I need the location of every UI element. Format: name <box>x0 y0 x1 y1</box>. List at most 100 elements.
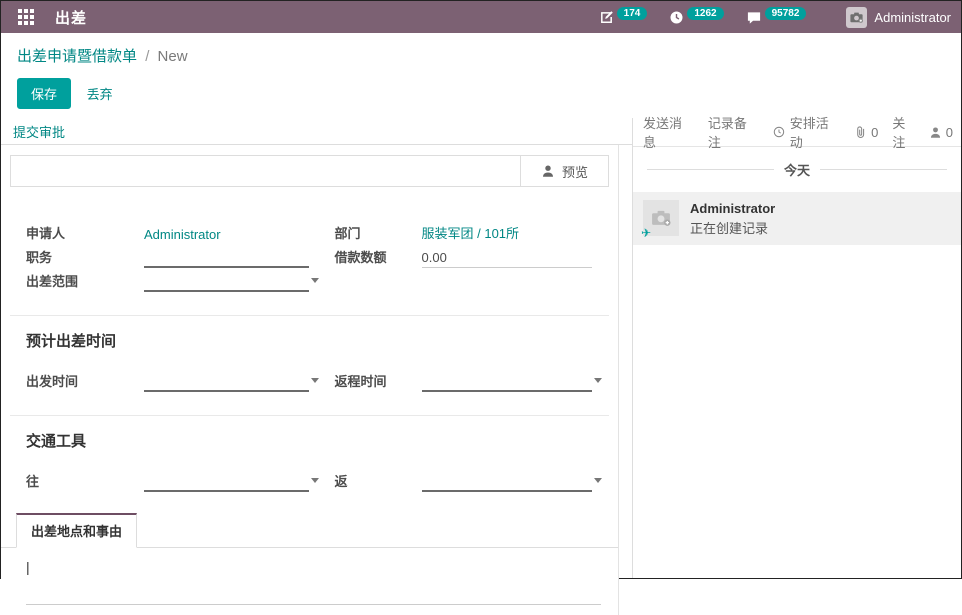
field-job: 职务 <box>26 245 310 268</box>
message-body: Administrator 正在创建记录 <box>690 200 775 237</box>
transport-go-label: 往 <box>26 471 144 492</box>
attachments-button[interactable]: 0 <box>854 125 878 140</box>
chevron-down-icon <box>311 378 319 383</box>
record-title-row: 预览 <box>10 155 609 187</box>
travel-scope-label: 出差范围 <box>26 271 144 292</box>
date-divider-label: 今天 <box>784 160 810 179</box>
form-pane: 提交审批 预览 <box>1 118 633 578</box>
breadcrumb-parent-link[interactable]: 出差申请暨借款单 <box>17 48 137 65</box>
save-button[interactable]: 保存 <box>17 78 71 109</box>
field-group-time: 出发时间 返程时间 <box>1 369 618 393</box>
plane-icon: ✈ <box>641 226 651 240</box>
tab-travel-location[interactable]: 出差地点和事由 <box>16 513 137 548</box>
chatter-toolbar: 发送消息 记录备注 安排活动 0 关注 <box>633 118 961 147</box>
comment-icon <box>746 10 762 25</box>
job-input[interactable] <box>144 250 309 268</box>
chevron-down-icon <box>311 478 319 483</box>
breadcrumb-separator: / <box>145 48 149 65</box>
field-loan-amount: 借款数额 0.00 <box>335 245 619 268</box>
transport-back-label: 返 <box>335 471 422 492</box>
paperclip-icon <box>854 125 867 139</box>
content-area: 提交审批 预览 <box>1 118 961 578</box>
form-sheet: 预览 申请人 Administrator 职务 <box>1 145 619 615</box>
travel-reason-textarea[interactable]: | <box>26 559 601 605</box>
field-group-main: 申请人 Administrator 职务 出差范围 <box>1 221 618 293</box>
chevron-down-icon <box>311 278 319 283</box>
breadcrumb: 出差申请暨借款单 / New <box>17 45 945 66</box>
return-time-select[interactable] <box>422 374 592 392</box>
follow-button[interactable]: 关注 <box>892 113 914 151</box>
department-value-link[interactable]: 服装军团 / 101所 <box>422 223 592 244</box>
attachments-count: 0 <box>871 125 878 140</box>
record-name-input[interactable] <box>11 156 520 186</box>
camera-placeholder-icon <box>650 207 672 229</box>
job-label: 职务 <box>26 247 144 268</box>
messages-count-badge: 95782 <box>765 7 807 20</box>
field-return-time: 返程时间 <box>335 369 619 392</box>
schedule-activity-button[interactable]: 安排活动 <box>773 113 834 151</box>
field-travel-scope: 出差范围 <box>26 269 310 292</box>
apps-menu-button[interactable] <box>11 1 41 33</box>
depart-time-select[interactable] <box>144 374 309 392</box>
discard-button[interactable]: 丢弃 <box>75 79 125 108</box>
preview-button-label: 预览 <box>562 162 588 181</box>
person-icon <box>541 164 555 178</box>
loan-amount-label: 借款数额 <box>335 247 422 268</box>
transport-back-select[interactable] <box>422 474 592 492</box>
chevron-down-icon <box>594 478 602 483</box>
control-panel-buttons: 保存 丢弃 <box>17 78 945 118</box>
message-author: Administrator <box>690 201 775 216</box>
preview-button[interactable]: 预览 <box>520 156 608 186</box>
edit-icon <box>599 10 614 25</box>
loan-amount-input[interactable]: 0.00 <box>422 250 592 268</box>
control-panel: 出差申请暨借款单 / New 保存 丢弃 <box>1 33 961 118</box>
field-transport-back: 返 <box>335 469 619 492</box>
tab-strip: 出差地点和事由 <box>1 513 618 548</box>
edits-count-badge: 174 <box>617 7 648 20</box>
followers-count: 0 <box>946 125 953 140</box>
followers-button[interactable]: 0 <box>929 125 953 140</box>
nav-messages-button[interactable]: 95782 <box>746 10 807 25</box>
travel-time-section-title: 预计出差时间 <box>26 330 618 351</box>
tab-content: | <box>1 548 618 605</box>
chatter-message[interactable]: ✈ Administrator 正在创建记录 <box>633 192 961 245</box>
breadcrumb-current: New <box>158 48 188 65</box>
date-divider: 今天 <box>647 160 947 179</box>
message-text: 正在创建记录 <box>690 218 775 237</box>
top-navbar: 出差 174 1262 95782 <box>1 1 961 33</box>
applicant-value-link[interactable]: Administrator <box>144 227 309 244</box>
form-statusbar: 提交审批 <box>1 118 632 145</box>
user-avatar <box>846 7 867 28</box>
applicant-label: 申请人 <box>26 223 144 244</box>
schedule-activity-label: 安排活动 <box>790 113 834 151</box>
return-time-label: 返程时间 <box>335 371 422 392</box>
person-icon <box>929 126 942 139</box>
app-title[interactable]: 出差 <box>55 7 87 28</box>
clock-icon <box>773 125 785 139</box>
separator <box>10 415 609 416</box>
activities-count-badge: 1262 <box>687 7 723 20</box>
nav-edits-button[interactable]: 174 <box>599 10 648 25</box>
log-note-button[interactable]: 记录备注 <box>708 113 753 151</box>
app-window: 出差 174 1262 95782 <box>0 0 962 579</box>
separator <box>10 315 609 316</box>
camera-placeholder-icon <box>849 10 864 25</box>
field-department: 部门 服装军团 / 101所 <box>335 221 619 244</box>
field-group-transport: 往 返 <box>1 469 618 493</box>
submit-approval-button[interactable]: 提交审批 <box>13 122 65 141</box>
field-applicant: 申请人 Administrator <box>26 221 310 244</box>
transport-go-select[interactable] <box>144 474 309 492</box>
apps-grid-icon <box>18 9 35 26</box>
chatter-pane: 发送消息 记录备注 安排活动 0 关注 <box>633 118 961 578</box>
message-avatar: ✈ <box>643 200 679 236</box>
clock-icon <box>669 10 684 25</box>
nav-activities-button[interactable]: 1262 <box>669 10 723 25</box>
travel-scope-select[interactable] <box>144 274 309 292</box>
chevron-down-icon <box>594 378 602 383</box>
depart-time-label: 出发时间 <box>26 371 144 392</box>
department-label: 部门 <box>335 223 422 244</box>
user-menu[interactable]: Administrator <box>846 7 951 28</box>
notebook: 出差地点和事由 | <box>1 513 618 605</box>
send-message-button[interactable]: 发送消息 <box>643 113 688 151</box>
transport-section-title: 交通工具 <box>26 430 618 451</box>
